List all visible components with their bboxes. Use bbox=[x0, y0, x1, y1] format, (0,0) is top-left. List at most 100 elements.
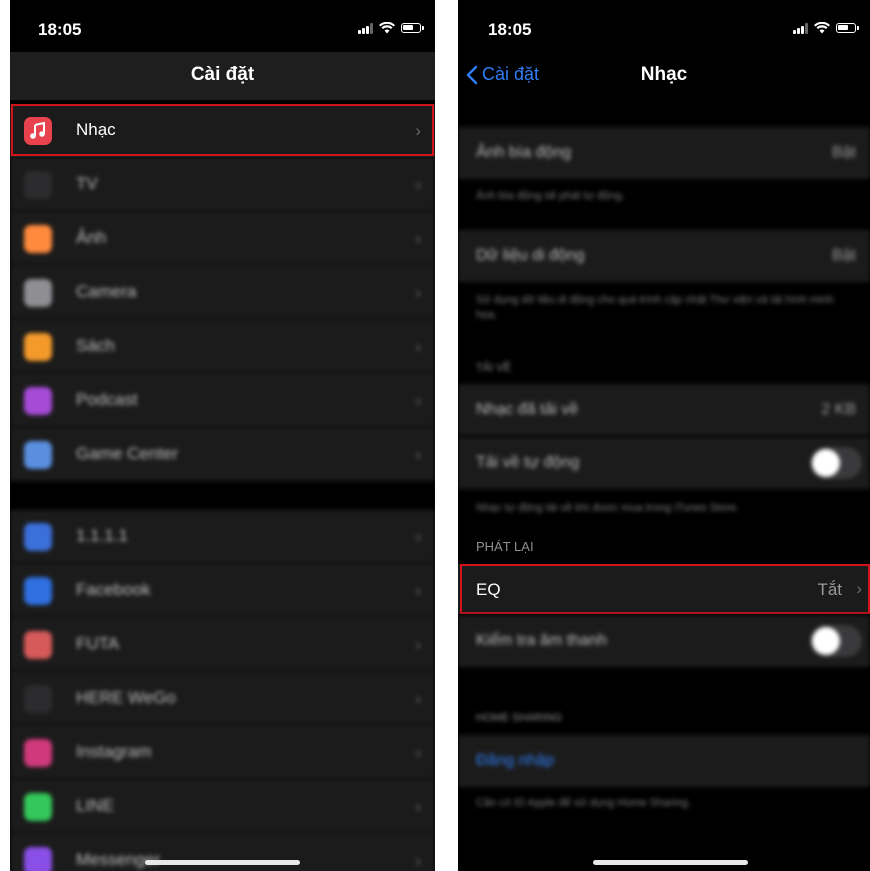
wifi-icon bbox=[379, 22, 395, 34]
row-label: Instagram bbox=[76, 742, 152, 761]
line-icon bbox=[24, 793, 52, 821]
settings-row-messenger[interactable]: Messenger › bbox=[10, 833, 435, 871]
facebook-icon bbox=[24, 577, 52, 605]
books-icon bbox=[24, 333, 52, 361]
row-sound-check[interactable]: Kiểm tra âm thanh bbox=[458, 615, 870, 667]
battery-icon bbox=[836, 23, 859, 33]
row-value-eq: Tắt bbox=[817, 580, 842, 599]
chevron-right-icon: › bbox=[415, 391, 421, 410]
chevron-right-icon: › bbox=[415, 635, 421, 654]
chevron-right-icon: › bbox=[415, 797, 421, 816]
settings-row-game-center[interactable]: Game Center › bbox=[10, 427, 435, 481]
row-label: Dữ liệu di động bbox=[476, 247, 585, 264]
chevron-right-icon: › bbox=[415, 581, 421, 600]
auto-download-toggle[interactable] bbox=[810, 447, 862, 479]
camera-icon bbox=[24, 279, 52, 307]
settings-row-podcast[interactable]: Podcast › bbox=[10, 373, 435, 427]
row-label: Tải về tự động bbox=[476, 454, 580, 471]
app-icon bbox=[24, 523, 52, 551]
row-label: Camera bbox=[76, 282, 137, 301]
settings-row--nh[interactable]: Ảnh › bbox=[10, 211, 435, 265]
section-header-playback: PHÁT LẠI bbox=[476, 539, 534, 554]
futa-icon bbox=[24, 631, 52, 659]
footnote: Ảnh bìa động sẽ phát tự động. bbox=[476, 190, 625, 202]
row-label: Game Center bbox=[76, 444, 179, 463]
row-label: Ảnh bbox=[76, 228, 107, 247]
home-indicator bbox=[593, 860, 748, 865]
photos-icon bbox=[24, 225, 52, 253]
here-wego-icon bbox=[24, 685, 52, 713]
settings-row-tv[interactable]: TV › bbox=[10, 157, 435, 211]
status-bar: 18:05 bbox=[10, 0, 435, 58]
settings-row-facebook[interactable]: Facebook › bbox=[10, 563, 435, 617]
section-header: HOME SHARING bbox=[476, 712, 563, 724]
footnote: Cần có ID Apple để sử dụng Home Sharing. bbox=[476, 797, 691, 809]
row-label: Sách bbox=[76, 336, 115, 355]
music-settings-screen: 18:05 Cài đặt Nhạc Ảnh bìa động Bật Ảnh … bbox=[458, 0, 870, 871]
settings-list-apps: 1.1.1.1 › Facebook › FUTA › HERE WeGo › Instagra… bbox=[10, 510, 435, 871]
chevron-right-icon: › bbox=[415, 175, 421, 194]
sound-check-toggle[interactable] bbox=[810, 625, 862, 657]
chevron-right-icon: › bbox=[415, 283, 421, 302]
settings-row-1-1-1-1[interactable]: 1.1.1.1 › bbox=[10, 510, 435, 563]
home-indicator bbox=[145, 860, 300, 865]
row-label: Nhạc đã tải về bbox=[476, 401, 579, 418]
row-downloaded-music[interactable]: Nhạc đã tải về 2 KB bbox=[458, 384, 870, 436]
sign-in-link[interactable]: Đăng nhập bbox=[476, 752, 554, 770]
status-time: 18:05 bbox=[38, 20, 82, 39]
podcast-icon bbox=[24, 387, 52, 415]
settings-row-here-wego[interactable]: HERE WeGo › bbox=[10, 671, 435, 725]
music-note-icon bbox=[24, 117, 52, 145]
row-value: 2 KB bbox=[821, 401, 856, 418]
footnote: Nhạc tự động tải về khi được mua trong i… bbox=[476, 502, 740, 514]
instagram-icon bbox=[24, 739, 52, 767]
settings-row-instagram[interactable]: Instagram › bbox=[10, 725, 435, 779]
settings-row-s-ch[interactable]: Sách › bbox=[10, 319, 435, 373]
row-label: Facebook bbox=[76, 580, 151, 599]
chevron-right-icon: › bbox=[415, 851, 421, 870]
row-sign-in[interactable]: Đăng nhập bbox=[458, 735, 870, 787]
row-eq[interactable]: EQ Tắt › bbox=[458, 564, 870, 614]
battery-icon bbox=[401, 23, 424, 33]
row-value: Bật bbox=[831, 247, 856, 264]
page-title: Nhạc bbox=[640, 64, 688, 85]
settings-row-camera[interactable]: Camera › bbox=[10, 265, 435, 319]
game-center-icon bbox=[24, 441, 52, 469]
chevron-right-icon: › bbox=[415, 689, 421, 708]
appletv-icon bbox=[24, 171, 52, 199]
settings-row-line[interactable]: LINE › bbox=[10, 779, 435, 833]
chevron-right-icon: › bbox=[415, 743, 421, 762]
chevron-right-icon: › bbox=[415, 337, 421, 356]
row-label: 1.1.1.1 bbox=[76, 526, 128, 545]
row-label: LINE bbox=[76, 796, 114, 815]
status-bar: 18:05 bbox=[458, 0, 870, 58]
row-animated-cover[interactable]: Ảnh bìa động Bật bbox=[458, 127, 870, 179]
settings-row-nh-c[interactable]: Nhạc › bbox=[10, 104, 435, 157]
status-time: 18:05 bbox=[488, 20, 532, 39]
row-cellular-data[interactable]: Dữ liệu di động Bật bbox=[458, 230, 870, 282]
row-label: HERE WeGo bbox=[76, 688, 176, 707]
wifi-icon bbox=[814, 22, 830, 34]
nav-bar: Cài đặt bbox=[10, 52, 435, 100]
chevron-right-icon: › bbox=[856, 579, 862, 598]
cellular-signal-icon bbox=[358, 22, 373, 34]
settings-list-apple: Nhạc › TV › Ảnh › Camera › Sách › Podcast › Game Cen… bbox=[10, 104, 435, 481]
chevron-right-icon: › bbox=[415, 527, 421, 546]
row-label: Ảnh bìa động bbox=[476, 144, 572, 161]
row-label: FUTA bbox=[76, 634, 120, 653]
section-header: TẢI VỀ bbox=[476, 362, 511, 374]
chevron-right-icon: › bbox=[415, 121, 421, 140]
settings-row-futa[interactable]: FUTA › bbox=[10, 617, 435, 671]
messenger-icon bbox=[24, 847, 52, 871]
row-value: Bật bbox=[831, 144, 856, 161]
chevron-right-icon: › bbox=[415, 445, 421, 464]
row-auto-download[interactable]: Tải về tự động bbox=[458, 437, 870, 489]
cellular-signal-icon bbox=[793, 22, 808, 34]
footnote: Sử dụng dữ liệu di động cho quá trình cậ… bbox=[476, 294, 834, 321]
page-title: Cài đặt bbox=[190, 64, 255, 85]
settings-screen: 18:05 Cài đặt Nhạc › TV › Ảnh › Camera › Sách › Po… bbox=[10, 0, 435, 871]
nav-bar: Cài đặt Nhạc bbox=[458, 52, 870, 100]
row-label: Podcast bbox=[76, 390, 138, 409]
row-label-eq: EQ bbox=[476, 580, 501, 599]
row-label: TV bbox=[76, 174, 98, 193]
